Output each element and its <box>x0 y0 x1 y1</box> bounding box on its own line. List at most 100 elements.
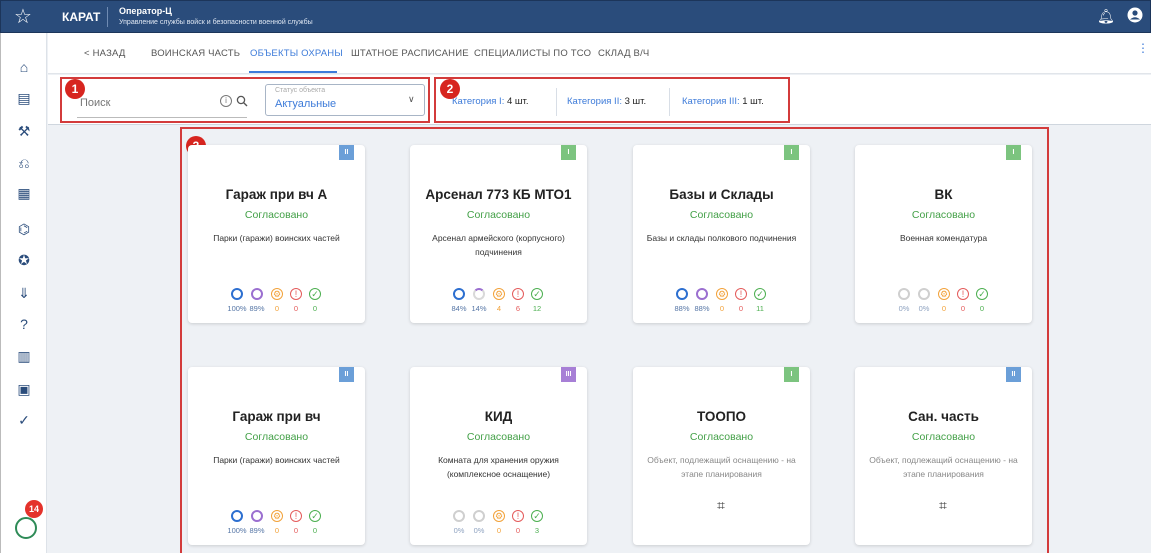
card-status: Согласовано <box>244 209 309 221</box>
shield-return-icon[interactable]: ⎌ <box>14 153 34 173</box>
storage-icon[interactable]: ⌬ <box>14 219 34 239</box>
tab-tso-specialists[interactable]: СПЕЦИАЛИСТЫ ПО ТСО <box>474 48 591 59</box>
card-description: Объект, подлежащий оснащению - на этапе … <box>869 455 1018 479</box>
favorites-star-icon[interactable]: ☆ <box>11 5 35 29</box>
header-divider <box>107 7 108 27</box>
alert-icon: ! <box>735 288 747 300</box>
readiness-ring-icon <box>231 510 243 522</box>
readiness-ring-icon <box>676 288 688 300</box>
card-metric: ✓ 0 <box>302 288 328 313</box>
category-badge: II <box>339 367 354 382</box>
card-metric: ✓ 0 <box>969 288 995 313</box>
card-title: Гараж при вч <box>232 409 321 424</box>
card-title: КИД <box>484 409 513 424</box>
tab-protected-objects[interactable]: ОБЪЕКТЫ ОХРАНЫ <box>250 48 343 59</box>
card-title: Базы и Склады <box>669 187 774 202</box>
category-badge: I <box>1006 145 1021 160</box>
tab-military-unit[interactable]: ВОИНСКАЯ ЧАСТЬ <box>151 48 240 59</box>
help-icon[interactable]: ? <box>14 314 34 334</box>
card-description: Парки (гаражи) воинских частей <box>213 233 340 243</box>
metric-value: 0 <box>312 526 318 535</box>
warning-icon: ⚙ <box>716 288 728 300</box>
user-account-icon[interactable] <box>1127 7 1143 23</box>
warning-icon: ⚙ <box>271 288 283 300</box>
download-shield-icon[interactable]: ⇓ <box>14 283 34 303</box>
object-card[interactable]: I ТООПО Согласовано Объект, подлежащий осна… <box>633 367 810 545</box>
object-card[interactable]: II Гараж при вч Согласовано Парки (гаражи) … <box>188 367 365 545</box>
card-status: Согласовано <box>466 209 531 221</box>
card-status: Согласовано <box>244 431 309 443</box>
home-icon[interactable]: ⌂ <box>14 57 34 77</box>
sidebar: ⌂ ▤ ⚒ ⎌ ▦ ⌬ ✪ ⇓ ? ▥ ▣ ✓ 14 <box>0 33 47 553</box>
user-role: Оператор-Ц <box>119 6 172 16</box>
alert-icon: ! <box>512 288 524 300</box>
equipment-ring-icon <box>251 510 263 522</box>
document-icon[interactable]: ▤ <box>14 88 34 108</box>
map-icon[interactable]: ▥ <box>14 346 34 366</box>
object-card[interactable]: I Базы и Склады Согласовано Базы и склады п… <box>633 145 810 323</box>
card-description: Базы и склады полкового подчинения <box>646 233 797 243</box>
equipment-ring-icon <box>696 288 708 300</box>
card-status: Согласовано <box>689 209 754 221</box>
chat-icon[interactable] <box>15 517 37 539</box>
card-status: Согласовано <box>689 431 754 443</box>
tab-staffing[interactable]: ШТАТНОЕ РАСПИСАНИЕ <box>351 48 469 59</box>
back-button[interactable]: < НАЗАД <box>84 48 126 59</box>
card-status: Согласовано <box>466 431 531 443</box>
qr-code-icon[interactable]: ⌗ <box>935 497 951 513</box>
category-badge: I <box>784 145 799 160</box>
annotation-box-1 <box>60 77 430 123</box>
card-description: Комната для хранения оружия (комплексное… <box>438 455 559 479</box>
tab-warehouse[interactable]: СКЛАД В/Ч <box>598 48 649 59</box>
metric-value: 11 <box>756 304 764 313</box>
department-name: Управление службы войск и безопасности в… <box>119 19 313 26</box>
top-bar: ☆ КАРАТ Оператор-Ц Управление службы вой… <box>0 0 1151 33</box>
check-icon: ✓ <box>531 510 543 522</box>
notifications-bell-icon[interactable]: 🔔︎ <box>1097 8 1115 25</box>
check-icon: ✓ <box>531 288 543 300</box>
warning-icon: ⚙ <box>938 288 950 300</box>
clipboard-user-icon[interactable]: ▦ <box>14 183 34 203</box>
object-card[interactable]: II Гараж при вч А Согласовано Парки (гаражи… <box>188 145 365 323</box>
check-icon: ✓ <box>754 288 766 300</box>
equipment-ring-icon <box>251 288 263 300</box>
object-card[interactable]: III КИД Согласовано Комната для хранения ор… <box>410 367 587 545</box>
check-icon: ✓ <box>309 288 321 300</box>
card-description: Военная комендатура <box>899 233 988 243</box>
equipment-ring-icon <box>473 510 485 522</box>
app-brand[interactable]: КАРАТ <box>62 10 100 24</box>
alert-icon: ! <box>512 510 524 522</box>
card-status: Согласовано <box>911 209 976 221</box>
readiness-ring-icon <box>231 288 243 300</box>
qr-code-icon[interactable]: ⌗ <box>713 497 729 513</box>
readiness-ring-icon <box>898 288 910 300</box>
card-title: ТООПО <box>696 409 747 424</box>
metric-value: 0 <box>979 304 985 313</box>
annotation-number-2: 2 <box>440 79 460 99</box>
annotation-box-2 <box>434 77 790 123</box>
card-title: Арсенал 773 КБ МТО1 <box>425 187 572 202</box>
warning-icon: ⚙ <box>271 510 283 522</box>
check-icon: ✓ <box>309 510 321 522</box>
readiness-ring-icon <box>453 288 465 300</box>
star-shield-icon[interactable]: ✪ <box>14 250 34 270</box>
card-title: Сан. часть <box>908 409 979 424</box>
object-card[interactable]: I ВК Согласовано Военная комендатура 0% 0% ⚙ 0!… <box>855 145 1032 323</box>
metric-value: 12 <box>532 304 542 313</box>
alert-icon: ! <box>290 510 302 522</box>
warning-icon: ⚙ <box>493 288 505 300</box>
object-card[interactable]: I Арсенал 773 КБ МТО1 Согласовано Арсенал а… <box>410 145 587 323</box>
object-card[interactable]: II Сан. часть Согласовано Объект, подлежащи… <box>855 367 1032 545</box>
card-description: Парки (гаражи) воинских частей <box>213 455 340 465</box>
warning-icon: ⚙ <box>493 510 505 522</box>
category-badge: I <box>784 367 799 382</box>
more-menu-icon[interactable]: ⋮ <box>1137 42 1149 54</box>
clipboard-check-icon[interactable]: ✓ <box>14 410 34 430</box>
equipment-ring-icon <box>473 288 485 300</box>
category-badge: II <box>339 145 354 160</box>
calendar-settings-icon[interactable]: ▣ <box>14 379 34 399</box>
active-tab-indicator <box>249 71 337 73</box>
equipment-ring-icon <box>918 288 930 300</box>
card-title: ВК <box>934 187 953 202</box>
wrench-icon[interactable]: ⚒ <box>14 121 34 141</box>
